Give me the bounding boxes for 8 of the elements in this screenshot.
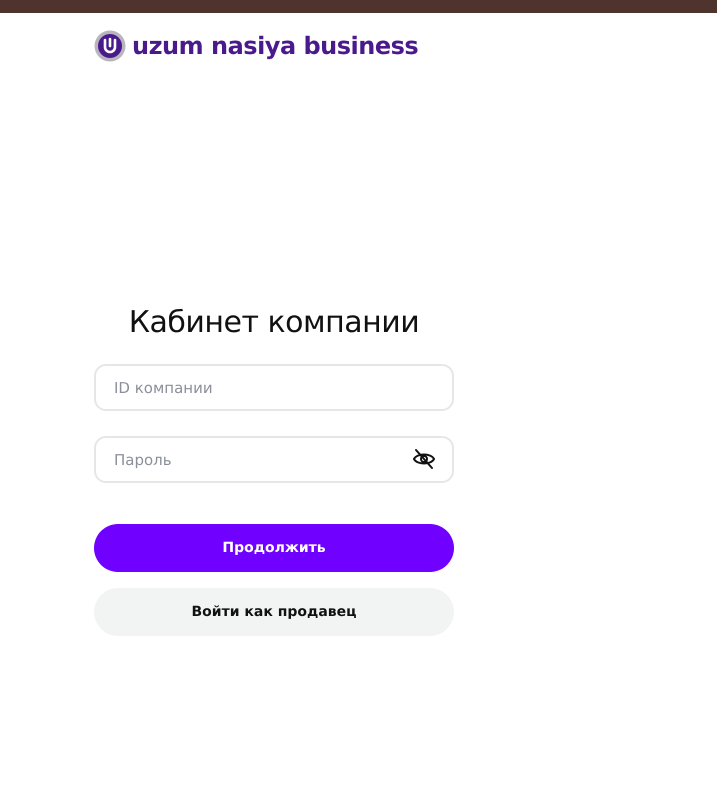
seller-login-button[interactable]: Войти как продавец — [94, 588, 454, 636]
eye-slash-icon[interactable] — [412, 447, 436, 471]
input-field[interactable]: ID компании — [94, 364, 454, 411]
logo-text: uzum nasiya business — [132, 32, 418, 60]
password-field[interactable]: Пароль — [94, 436, 454, 483]
continue-button[interactable]: Продолжить — [94, 524, 454, 572]
page-title: Кабинет компании — [128, 305, 420, 340]
logo-icon — [94, 30, 126, 62]
